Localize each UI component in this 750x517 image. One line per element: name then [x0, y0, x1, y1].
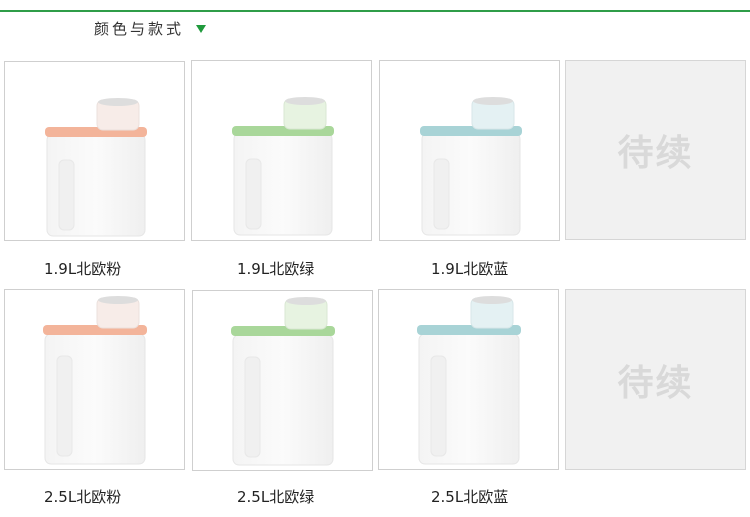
product-label-2: 1.9L北欧绿 [237, 260, 315, 278]
placeholder-text: 待续 [617, 133, 694, 174]
section-title: 颜色与款式 [94, 19, 185, 38]
top-divider [0, 10, 750, 12]
color-style-header[interactable]: 颜色与款式 [94, 18, 207, 38]
storage-jar-blue-image [419, 97, 522, 236]
product-card-1[interactable] [4, 61, 185, 241]
product-label-6: 2.5L北欧绿 [237, 488, 315, 506]
storage-jar-green-image [231, 97, 334, 236]
product-label-3: 1.9L北欧蓝 [431, 260, 509, 278]
storage-jar-green-image [230, 297, 335, 466]
storage-jar-blue-image [416, 296, 521, 465]
product-label-7: 2.5L北欧蓝 [431, 488, 509, 506]
product-card-2[interactable] [191, 60, 372, 241]
storage-jar-pink-image [42, 296, 147, 465]
product-label-1: 1.9L北欧粉 [44, 260, 122, 278]
placeholder-card-2: 待续 [565, 289, 746, 470]
placeholder-card-1: 待续 [565, 60, 746, 240]
placeholder-text: 待续 [617, 362, 694, 404]
product-card-7[interactable] [378, 289, 559, 470]
product-card-5[interactable] [4, 289, 185, 470]
product-card-3[interactable] [379, 60, 560, 241]
product-card-6[interactable] [192, 290, 373, 471]
storage-jar-pink-image [44, 98, 147, 237]
triangle-down-icon[interactable] [196, 24, 207, 33]
product-label-5: 2.5L北欧粉 [44, 488, 122, 506]
